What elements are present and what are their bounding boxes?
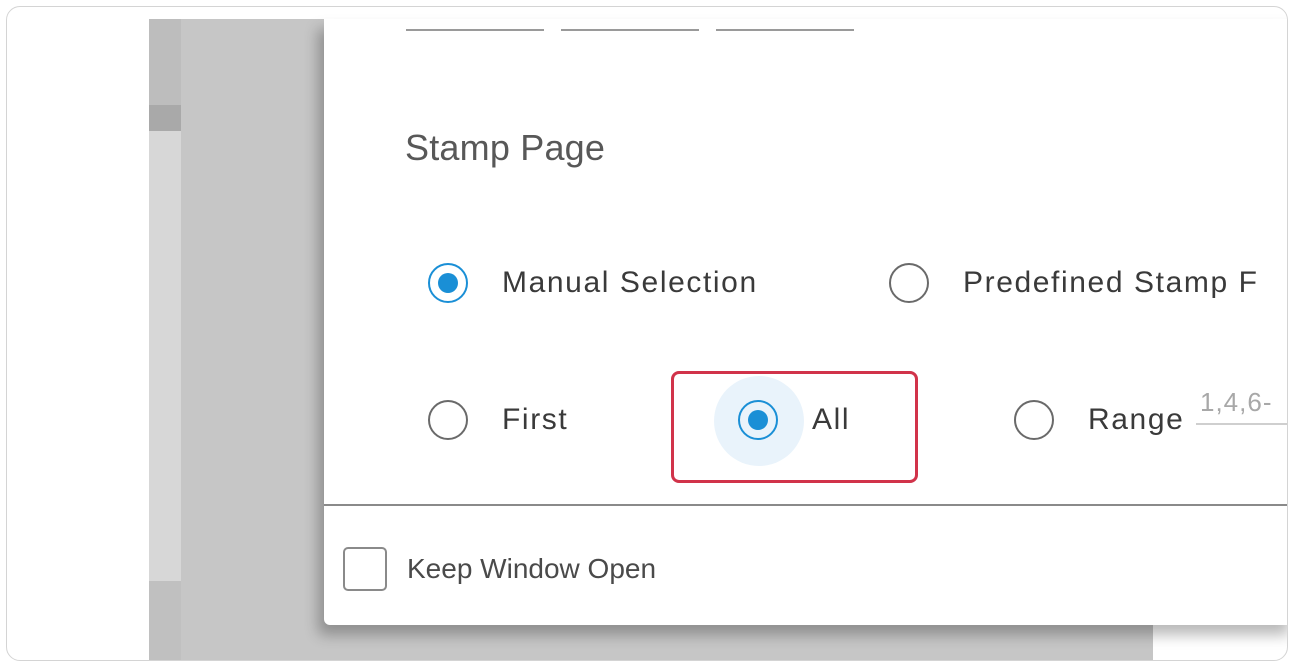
field-underline[interactable] <box>716 29 854 31</box>
radio-manual-selection[interactable]: Manual Selection <box>428 253 758 313</box>
radio-label: First <box>502 403 569 436</box>
divider <box>324 504 1287 506</box>
range-input[interactable] <box>1196 381 1287 425</box>
field-underline[interactable] <box>406 29 544 31</box>
radio-button[interactable] <box>1014 400 1054 440</box>
app-backdrop: Stamp Page Manual Selection Predefined S… <box>149 19 1287 660</box>
radio-label: Manual Selection <box>502 266 758 299</box>
field-underline[interactable] <box>561 29 699 31</box>
stamp-dialog: Stamp Page Manual Selection Predefined S… <box>324 19 1287 625</box>
radio-label: Range <box>1088 403 1185 436</box>
radio-first[interactable]: First <box>428 390 568 450</box>
backdrop-strip <box>149 131 181 581</box>
radio-label: Predefined Stamp F <box>963 266 1259 299</box>
keep-window-open-checkbox[interactable] <box>343 547 387 591</box>
radio-button[interactable] <box>428 400 468 440</box>
backdrop-strip <box>149 581 181 660</box>
backdrop-strip <box>149 105 181 131</box>
keep-window-open-option[interactable]: Keep Window Open <box>343 545 656 593</box>
radio-range[interactable]: Range <box>1014 390 1184 450</box>
radio-predefined-stamp[interactable]: Predefined Stamp F <box>889 253 1287 313</box>
radio-button[interactable] <box>889 263 929 303</box>
radio-button-checked[interactable] <box>428 263 468 303</box>
checkbox-label: Keep Window Open <box>407 553 657 584</box>
screenshot-frame: Stamp Page Manual Selection Predefined S… <box>6 6 1288 661</box>
section-title: Stamp Page <box>405 127 606 168</box>
highlight-annotation-box <box>671 371 918 483</box>
backdrop-strip <box>149 19 181 105</box>
